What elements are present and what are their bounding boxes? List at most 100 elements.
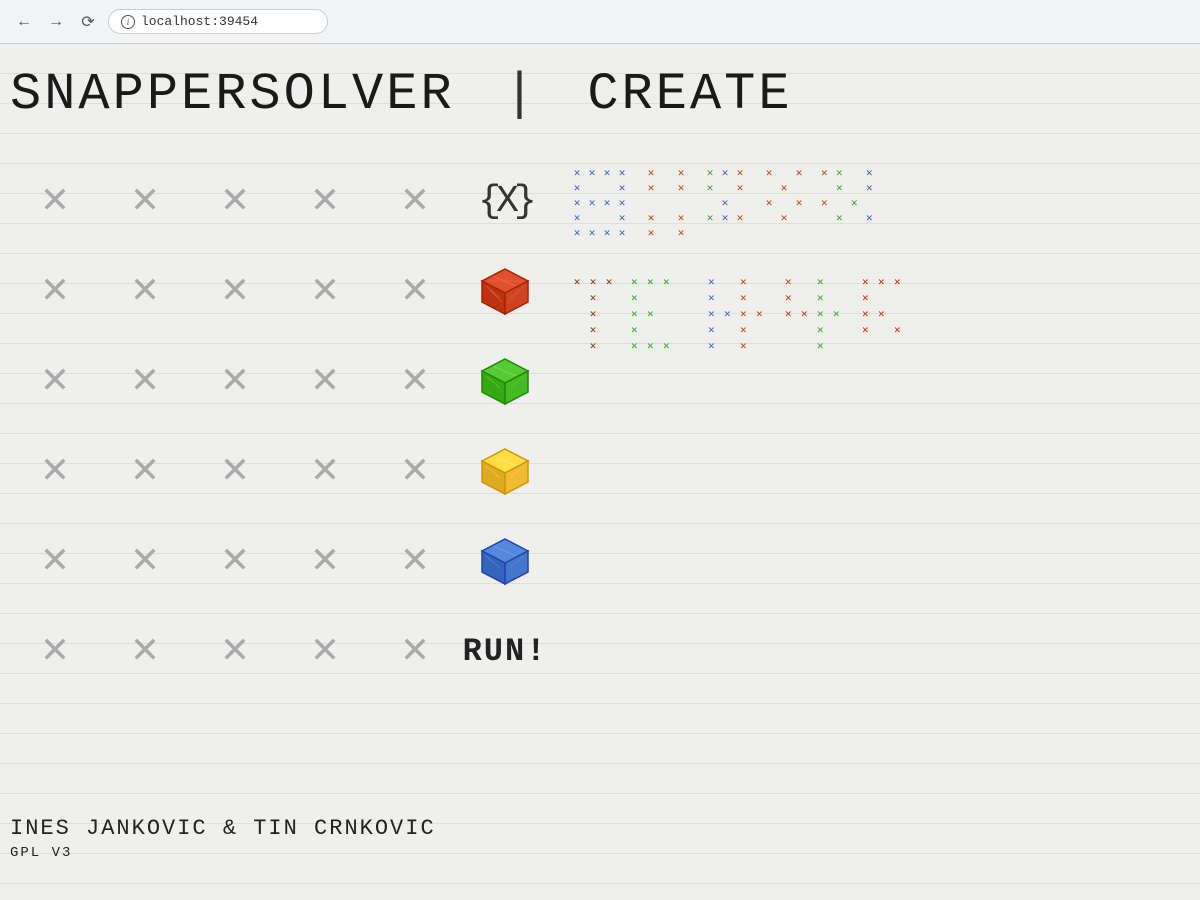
grid-cell: ✕ [280,606,370,696]
yellow-cube[interactable] [478,444,533,499]
grid-cell: ✕ [100,156,190,246]
grid-cell: ✕ [190,246,280,336]
grid-cell: ✕ [100,606,190,696]
x-mark: ✕ [42,629,69,673]
x-mark: ✕ [222,629,249,673]
grid-cell: ✕ [280,156,370,246]
x-mark: ✕ [222,179,249,223]
grid-cell: ✕ [190,606,280,696]
grid-cell: ✕ [370,426,460,516]
license-text: GPL V3 [10,845,1190,861]
grid-cell: ✕ [10,606,100,696]
yellow-cube-cell[interactable] [460,426,550,516]
grid-cell: ✕ [370,516,460,606]
x-mark: ✕ [132,629,159,673]
address-bar: i localhost:39454 [108,9,328,34]
grid-cell: ✕ [100,246,190,336]
grid-cell: ✕ [370,156,460,246]
pixel-char-3: ✕ ✕ ✕ ✕ ✕ ✕ ✕ ✕ ✕ ✕ ✕ ✕ [703,166,747,240]
grid-cell: ✕ [280,426,370,516]
x-mark: ✕ [132,359,159,403]
pixel-char-b5: ✕ ✕ ✕ ✕ ✕ ✕ ✕ ✕ ✕ ✕ ✕ ✕ [862,275,908,353]
x-mark: ✕ [312,179,339,223]
pixel-char-4: ✕ ✕ ✕ ✕ ✕ ✕ ✕ ✕ ✕ ✕ ✕ ✕ [762,166,806,240]
grid-container: ✕ ✕ ✕ ✕ ✕ {X} ✕ ✕ ✕ ✕ ✕ [10,156,1190,786]
red-cube-cell[interactable] [460,246,550,336]
grid-cell: ✕ [190,156,280,246]
x-mark: ✕ [312,539,339,583]
x-mark: ✕ [42,449,69,493]
grid-cell: ✕ [370,336,460,426]
grid-cell: ✕ [190,336,280,426]
curly-braces[interactable]: {X} [478,180,531,223]
x-mark: ✕ [222,359,249,403]
x-mark: ✕ [402,539,429,583]
grid-cell: ✕ [10,336,100,426]
x-mark: ✕ [42,539,69,583]
x-mark: ✕ [312,359,339,403]
title-right: CREATE [587,65,792,124]
grid-cell: ✕ [100,516,190,606]
grid-cell: ✕ [190,516,280,606]
browser-chrome: ← → ⟳ i localhost:39454 [0,0,1200,44]
red-cube[interactable] [478,264,533,319]
pixel-row-2: ✕ ✕ ✕ ✕ ✕ ✕ ✕ ✕ ✕ ✕ ✕ ✕ ✕ ✕ ✕ [570,275,908,353]
curly-cell[interactable]: {X} [460,156,550,246]
grid-cell: ✕ [10,156,100,246]
x-mark: ✕ [132,269,159,313]
x-mark: ✕ [42,359,69,403]
x-mark: ✕ [312,269,339,313]
x-mark: ✕ [42,179,69,223]
pixel-char-5: ✕ ✕ ✕ ✕ ✕ ✕ ✕ ✕ ✕ ✕ ✕ ✕ ✕ ✕ ✕ ✕ [821,166,880,240]
pixel-char-b2: ✕ ✕ ✕ ✕ ✕ ✕ ✕ ✕ ✕ ✕ ✕ ✕ ✕ ✕ ✕ ✕ ✕ [631,275,693,353]
back-button[interactable]: ← [12,10,36,34]
run-button[interactable]: RUN! [463,633,548,670]
pixel-char-b4: ✕ ✕ ✕ ✕ ✕ ✕ ✕ ✕ ✕ ✕ ✕ ✕ ✕ ✕ ✕ ✕ ✕ [785,275,847,353]
x-mark: ✕ [402,629,429,673]
green-cube-cell[interactable] [460,336,550,426]
x-mark: ✕ [222,269,249,313]
page-title: SNAPPERSOLVER | CREATE [10,64,1190,126]
grid-cell: ✕ [370,246,460,336]
pixel-char-b3: ✕ ✕ ✕ ✕ ✕ ✕ ✕ ✕ ✕ ✕ ✕ ✕ ✕ ✕ ✕ ✕ ✕ [708,275,770,353]
forward-button[interactable]: → [44,10,68,34]
x-mark: ✕ [222,539,249,583]
main-content: SNAPPERSOLVER | CREATE ✕ ✕ ✕ ✕ ✕ {X} ✕ ✕… [0,44,1200,900]
grid-cell: ✕ [100,336,190,426]
blue-cube-cell[interactable] [460,516,550,606]
x-mark: ✕ [402,449,429,493]
footer: INES JANKOVIC & TIN CRNKOVIC GPL V3 [10,806,1190,861]
url-text: localhost:39454 [141,14,258,29]
grid-cell: ✕ [10,246,100,336]
pixel-char-b1: ✕ ✕ ✕ ✕ ✕ ✕ ✕ ✕ ✕ ✕ ✕ ✕ ✕ ✕ ✕ [570,275,616,353]
pixel-row-1: ✕ ✕ ✕ ✕ ✕ ✕ ✕ ✕ ✕ ✕ ✕ ✕ ✕ ✕ ✕ ✕ ✕ [570,166,880,240]
x-mark: ✕ [312,629,339,673]
reload-button[interactable]: ⟳ [76,10,100,34]
pixel-char-1: ✕ ✕ ✕ ✕ ✕ ✕ ✕ ✕ ✕ ✕ ✕ ✕ ✕ ✕ ✕ ✕ ✕ [570,166,629,240]
run-cell[interactable]: RUN! [460,606,550,696]
x-mark: ✕ [222,449,249,493]
pixel-art-area: ✕ ✕ ✕ ✕ ✕ ✕ ✕ ✕ ✕ ✕ ✕ ✕ ✕ ✕ ✕ ✕ ✕ [570,156,1050,786]
grid-cell: ✕ [10,426,100,516]
grid-cell: ✕ [370,606,460,696]
author-text: INES JANKOVIC & TIN CRNKOVIC [10,816,1190,841]
grid-cell: ✕ [190,426,280,516]
x-mark: ✕ [312,449,339,493]
grid-cell: ✕ [100,426,190,516]
x-mark: ✕ [42,269,69,313]
title-separator: | [504,65,538,124]
x-mark: ✕ [132,179,159,223]
x-mark: ✕ [402,269,429,313]
grid-cell: ✕ [280,246,370,336]
x-mark: ✕ [132,539,159,583]
x-mark: ✕ [132,449,159,493]
x-mark: ✕ [402,179,429,223]
title-left: SNAPPERSOLVER [10,65,455,124]
x-mark: ✕ [402,359,429,403]
blue-cube[interactable] [478,534,533,589]
pixel-char-2: ✕ ✕ ✕ ✕ ✕ ✕ ✕ ✕ ✕ ✕ ✕ ✕ ✕ ✕ ✕ [644,166,688,240]
green-cube[interactable] [478,354,533,409]
security-icon: i [121,15,135,29]
grid-cell: ✕ [280,516,370,606]
grid-cell: ✕ [280,336,370,426]
